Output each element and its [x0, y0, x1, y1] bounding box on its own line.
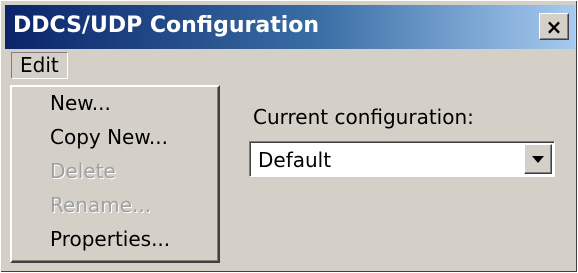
configuration-select[interactable]: Default — [249, 141, 555, 177]
edit-menu-dropdown: New... Copy New... Delete Rename... Prop… — [10, 85, 220, 263]
configuration-select-value: Default — [258, 148, 332, 172]
menu-item-delete: Delete — [50, 159, 116, 183]
close-icon: × — [545, 14, 563, 39]
menu-item-properties[interactable]: Properties... — [50, 227, 170, 251]
menu-item-new[interactable]: New... — [50, 91, 111, 115]
menu-bar: Edit — [5, 51, 575, 81]
title-bar[interactable]: DDCS/UDP Configuration × — [5, 5, 575, 49]
menu-edit[interactable]: Edit — [11, 52, 68, 79]
chevron-down-icon — [532, 155, 544, 163]
close-button[interactable]: × — [539, 13, 569, 40]
menu-item-rename: Rename... — [50, 193, 152, 217]
menu-item-copy-new[interactable]: Copy New... — [50, 125, 168, 149]
config-window: DDCS/UDP Configuration × Edit New... Cop… — [0, 0, 578, 273]
configuration-select-button[interactable] — [524, 144, 552, 174]
current-configuration-label: Current configuration: — [253, 105, 474, 129]
window-title: DDCS/UDP Configuration — [13, 13, 320, 38]
